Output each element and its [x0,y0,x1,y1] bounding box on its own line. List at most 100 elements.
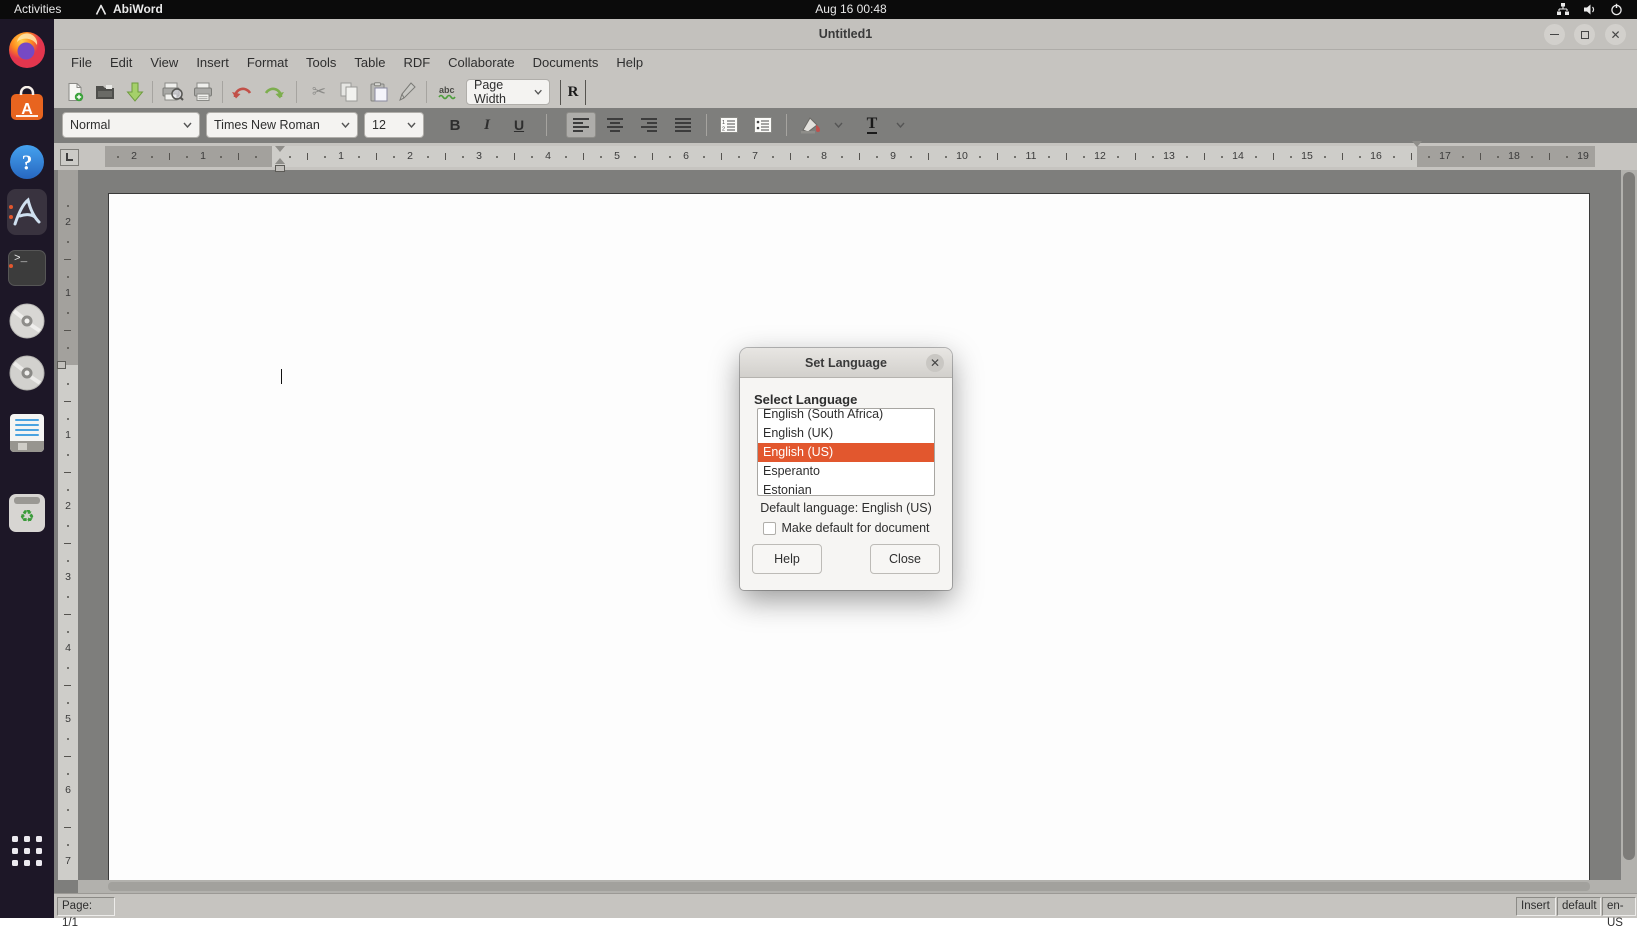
vertical-scrollbar[interactable] [1621,170,1637,893]
horizontal-scrollbar-thumb[interactable] [108,882,1590,891]
bulleted-list-button[interactable] [748,112,778,138]
dock-help-icon[interactable]: ? [7,142,47,182]
dialog-titlebar[interactable]: Set Language ✕ [740,348,952,378]
app-menu[interactable]: AbiWord [95,0,163,19]
clock[interactable]: Aug 16 00:48 [796,0,906,19]
dock-disc1-icon[interactable] [7,301,47,341]
dock-document-viewer-icon[interactable] [7,411,47,455]
vertical-scrollbar-thumb[interactable] [1623,172,1635,860]
language-list-item[interactable]: Esperanto [758,462,934,481]
close-dialog-button[interactable]: Close [870,544,940,574]
menu-item-rdf[interactable]: RDF [394,50,439,75]
open-button[interactable] [92,80,118,104]
language-list-item[interactable]: English (South Africa) [758,408,934,424]
align-justify-icon [674,118,692,132]
font-size-select[interactable]: 12 [364,112,424,138]
menu-item-documents[interactable]: Documents [524,50,608,75]
restore-button[interactable] [1574,24,1595,45]
underline-button[interactable]: U [506,112,532,138]
system-tray[interactable] [1556,0,1623,19]
menu-item-file[interactable]: File [62,50,101,75]
redo-button[interactable] [260,80,286,104]
activities-button[interactable]: Activities [14,0,61,19]
gnome-top-bar: Activities AbiWord Aug 16 00:48 [0,0,1637,19]
chevron-down-icon [407,122,416,128]
window-titlebar[interactable]: Untitled1 ✕ [54,19,1637,50]
dock-ubuntu-software-icon[interactable]: A [7,85,47,125]
insert-mode-indicator[interactable]: Insert [1516,897,1556,916]
language-indicator[interactable]: en-US [1602,897,1636,916]
ruler-tick [307,153,308,160]
first-line-indent-marker[interactable] [275,146,285,152]
italic-button[interactable]: I [474,112,500,138]
ruler-tick [67,525,69,527]
ruler-number: 4 [542,146,554,167]
ruler-tick [721,153,722,160]
align-justify-button[interactable] [668,112,698,138]
format-painter-button[interactable] [394,80,420,104]
left-indent-handle[interactable] [275,165,285,172]
menu-item-edit[interactable]: Edit [101,50,141,75]
close-icon: ✕ [1610,28,1620,42]
cut-button[interactable]: ✂ [306,80,332,104]
font-color-button[interactable]: T [858,112,886,138]
dock-trash-icon[interactable]: ♻ [7,491,47,535]
menu-item-insert[interactable]: Insert [187,50,238,75]
ruler-number: 18 [1508,146,1520,167]
font-select[interactable]: Times New Roman [206,112,358,138]
make-default-checkbox-row[interactable]: Make default for document [740,521,952,535]
undo-button[interactable] [230,80,256,104]
right-indent-marker[interactable] [1412,141,1422,147]
print-button[interactable] [190,80,216,104]
spellcheck-button[interactable]: abc [436,80,462,104]
align-left-button[interactable] [566,112,596,138]
left-indent-marker[interactable] [275,158,285,164]
print-preview-button[interactable] [160,80,186,104]
language-list-item[interactable]: Estonian [758,481,934,496]
menu-item-table[interactable]: Table [345,50,394,75]
save-button[interactable] [122,80,148,104]
dock-firefox-icon[interactable] [7,30,47,70]
align-center-button[interactable] [600,112,630,138]
menu-item-view[interactable]: View [141,50,187,75]
dock-disc2-icon[interactable] [7,353,47,393]
ruler-number: 1 [197,146,209,167]
close-button[interactable]: ✕ [1605,24,1626,45]
numbered-list-button[interactable]: 12 [714,112,744,138]
dialog-close-button[interactable]: ✕ [926,354,944,372]
tab-stop-selector[interactable] [60,149,79,166]
top-margin-marker[interactable] [57,361,66,369]
copy-button[interactable] [336,80,362,104]
language-listbox[interactable]: English (South Africa)English (UK)Englis… [757,408,935,496]
menu-item-collaborate[interactable]: Collaborate [439,50,524,75]
ruler-tick [67,702,69,704]
svg-text:?: ? [22,151,33,175]
zoom-select[interactable]: Page Width [466,79,550,105]
highlight-color-dropdown[interactable] [830,112,846,138]
highlight-color-button[interactable] [796,112,826,138]
minimize-button[interactable] [1544,24,1565,45]
horizontal-scrollbar[interactable] [78,880,1621,893]
font-color-dropdown[interactable] [892,112,908,138]
highlight-bucket-icon [800,116,822,134]
rdf-editor-button[interactable]: R [560,80,586,105]
show-applications-button[interactable] [7,831,47,871]
ruler-tick [790,153,791,160]
bold-button[interactable]: B [442,112,468,138]
align-right-button[interactable] [634,112,664,138]
dock-abiword-icon[interactable] [7,187,47,237]
help-button[interactable]: Help [752,544,822,574]
dock-terminal-icon[interactable]: >_ [7,248,47,288]
new-document-button[interactable] [62,80,88,104]
ruler-number: 13 [1163,146,1175,167]
style-select[interactable]: Normal [62,112,200,138]
ruler-tick [255,156,257,158]
paste-button[interactable] [366,80,392,104]
menu-item-help[interactable]: Help [607,50,652,75]
language-list-item[interactable]: English (US) [758,443,934,462]
chevron-down-icon [341,122,350,128]
menu-item-tools[interactable]: Tools [297,50,345,75]
checkbox-icon[interactable] [763,522,776,535]
language-list-item[interactable]: English (UK) [758,424,934,443]
menu-item-format[interactable]: Format [238,50,297,75]
